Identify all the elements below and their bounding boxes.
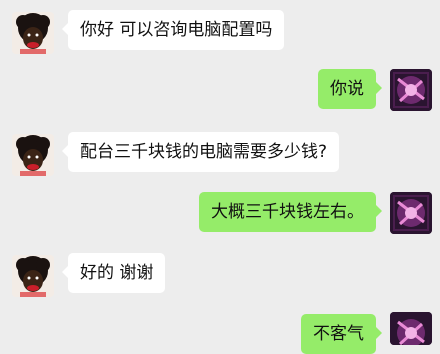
message-bubble-outgoing[interactable]: 不客气 [301, 314, 382, 354]
message-bubble-incoming[interactable]: 好的 谢谢 [61, 253, 166, 293]
self-avatar[interactable] [390, 69, 432, 111]
contact-avatar-image [12, 12, 54, 54]
contact-avatar[interactable] [12, 255, 54, 297]
message-bubble-incoming[interactable]: 你好 可以咨询电脑配置吗 [61, 10, 285, 50]
self-avatar[interactable] [390, 192, 432, 234]
contact-avatar[interactable] [12, 12, 54, 54]
contact-avatar-image [12, 134, 54, 176]
contact-avatar-image [12, 255, 54, 297]
self-avatar-image [390, 69, 432, 111]
self-avatar[interactable] [390, 312, 432, 345]
message-bubble-outgoing[interactable]: 大概三千块钱左右。 [199, 192, 382, 232]
message-bubble-outgoing[interactable]: 你说 [318, 69, 382, 109]
contact-avatar[interactable] [12, 134, 54, 176]
self-avatar-image [390, 192, 432, 234]
self-avatar-image [390, 312, 432, 345]
message-bubble-incoming[interactable]: 配台三千块钱的电脑需要多少钱? [61, 132, 340, 172]
